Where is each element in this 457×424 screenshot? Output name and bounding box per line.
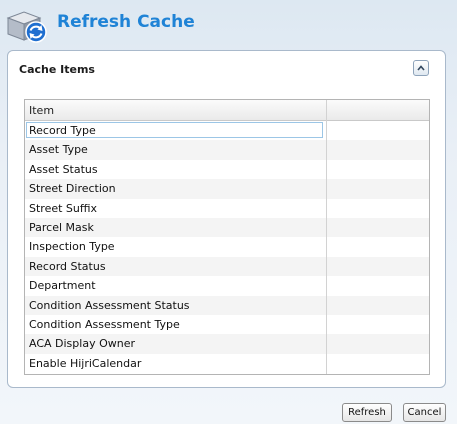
cell-item: ACA Display Owner [29, 337, 135, 351]
table-row[interactable]: Department [25, 276, 429, 295]
window-title: Refresh Cache [57, 12, 195, 32]
cell-item: Inspection Type [29, 240, 115, 254]
panel-header: Cache Items [8, 51, 445, 87]
refresh-cache-icon [6, 11, 47, 43]
cache-items-grid: Item Record Type Asset Type Asset Status St… [24, 99, 430, 375]
refresh-button[interactable]: Refresh [342, 403, 392, 422]
table-row[interactable]: Street Suffix [25, 199, 429, 218]
cell-item: Condition Assessment Type [29, 317, 180, 331]
table-row[interactable]: ACA Display Owner [25, 334, 429, 354]
grid-header: Item [25, 100, 429, 121]
table-row[interactable]: Asset Type [25, 140, 429, 160]
table-row[interactable]: Asset Status [25, 160, 429, 179]
table-row[interactable]: Condition Assessment Status [25, 295, 429, 315]
cell-item: Street Direction [29, 182, 116, 196]
cell-item: Enable HijriCalendar [29, 356, 142, 370]
cell-item: Asset Status [29, 162, 98, 176]
chevron-up-icon [417, 65, 425, 71]
table-row[interactable]: Inspection Type [25, 237, 429, 256]
table-row[interactable]: Parcel Mask [25, 217, 429, 238]
table-row[interactable]: Record Type [25, 121, 429, 140]
grid-rows: Record Type Asset Type Asset Status Street … [25, 121, 429, 373]
cell-item: Condition Assessment Status [29, 298, 190, 312]
cell-item: Record Type [29, 124, 96, 137]
cancel-button[interactable]: Cancel [403, 403, 446, 422]
cell-item: Street Suffix [29, 201, 98, 215]
cache-items-panel: Cache Items Item Record Type Asset Type As… [7, 50, 446, 388]
collapse-button[interactable] [413, 60, 429, 76]
cell-item: Department [29, 279, 96, 293]
panel-title: Cache Items [19, 63, 95, 76]
column-divider [326, 100, 327, 374]
table-row[interactable]: Enable HijriCalendar [25, 354, 429, 373]
column-header-item[interactable]: Item [29, 104, 54, 117]
cell-item: Parcel Mask [29, 220, 94, 234]
table-row[interactable]: Record Status [25, 256, 429, 277]
cell-item: Record Status [29, 259, 106, 273]
title-bar: Refresh Cache [0, 0, 457, 48]
table-row[interactable]: Condition Assessment Type [25, 315, 429, 334]
table-row[interactable]: Street Direction [25, 179, 429, 199]
cell-item: Asset Type [29, 143, 88, 157]
